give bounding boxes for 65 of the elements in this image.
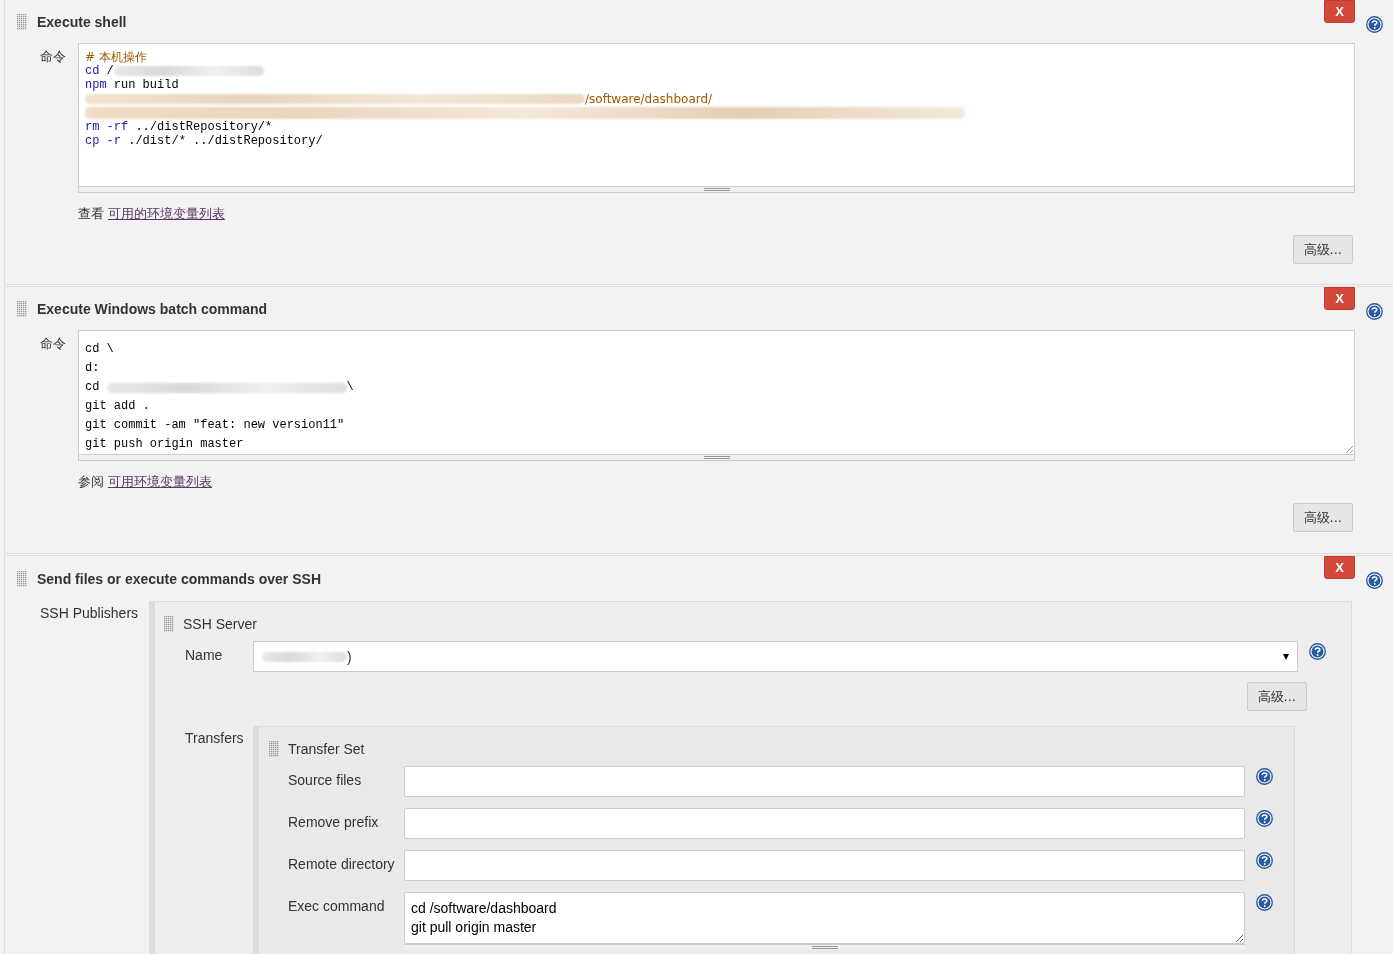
section-title: Execute shell xyxy=(37,14,127,30)
env-vars-link[interactable]: 可用环境变量列表 xyxy=(108,473,212,491)
help-icon[interactable] xyxy=(1256,810,1273,827)
panel-title: SSH Server xyxy=(183,616,257,632)
hint-text: 查看 xyxy=(78,205,104,223)
input-field[interactable] xyxy=(404,766,1245,797)
env-vars-link[interactable]: 可用的环境变量列表 xyxy=(108,205,225,223)
code-text: git commit -am ″feat: new version11″ xyxy=(85,417,345,434)
field-label: SSH Publishers xyxy=(40,604,140,623)
resize-handle-icon[interactable] xyxy=(703,456,730,459)
code-text: cp -r xyxy=(85,134,121,148)
input-field[interactable] xyxy=(404,808,1245,839)
advanced-button[interactable]: 高级... xyxy=(1292,503,1353,532)
hint-text: 参阅 xyxy=(78,473,104,491)
field-label: 命令 xyxy=(40,48,67,66)
caret-icon xyxy=(1283,653,1289,660)
advanced-button[interactable]: 高级... xyxy=(1246,682,1307,711)
code-text: # 本机操作 xyxy=(85,50,147,64)
code-text: ../distRepository/* xyxy=(134,120,273,134)
field-label: 命令 xyxy=(40,335,67,353)
drag-handle-icon[interactable] xyxy=(17,571,27,587)
help-icon[interactable] xyxy=(1256,894,1273,911)
code-text: npm xyxy=(85,78,107,92)
resize-handle-icon[interactable] xyxy=(811,946,838,949)
field-label: Name xyxy=(185,646,224,663)
help-icon[interactable] xyxy=(1365,16,1383,33)
drag-handle-icon[interactable] xyxy=(164,616,174,632)
server-select[interactable]: ) xyxy=(253,641,1298,672)
code-text: run build xyxy=(112,78,179,92)
code-text: rm -rf xyxy=(85,120,129,134)
section-title: Execute Windows batch command xyxy=(37,301,268,317)
field-label: Source files xyxy=(288,771,363,788)
input-field[interactable] xyxy=(404,850,1245,881)
code-editor[interactable]: # 本机操作 cd / npm run build /software/dashboard/ rm -rf ../distRepository/* cp -r ./dist/* ../distRepository/ xyxy=(78,43,1355,193)
field-label: Remote directory xyxy=(288,855,396,872)
drag-handle-icon[interactable] xyxy=(17,301,27,317)
advanced-button[interactable]: 高级... xyxy=(1292,235,1353,264)
code-text: \ xyxy=(346,379,354,396)
field-label: Transfers xyxy=(185,729,245,748)
drag-handle-icon[interactable] xyxy=(17,14,27,30)
code-text: cd xyxy=(85,379,101,396)
code-text: git push origin master xyxy=(85,436,244,453)
help-icon[interactable] xyxy=(1365,572,1383,589)
code-editor[interactable]: cd \ d: cd \ git add . git commit -am ″feat: new version11″ git push origin master xyxy=(78,330,1355,461)
code-text: d: xyxy=(85,360,100,377)
delete-button[interactable]: X xyxy=(1324,287,1355,310)
code-text: ./dist/* ../distRepository/ xyxy=(127,134,323,148)
code-text: cd xyxy=(85,64,100,78)
code-text: cd \ xyxy=(85,341,114,358)
section-title: Send files or execute commands over SSH xyxy=(37,571,321,587)
help-icon[interactable] xyxy=(1256,768,1273,785)
help-icon[interactable] xyxy=(1365,303,1383,320)
resize-handle-icon[interactable] xyxy=(703,188,730,191)
help-icon[interactable] xyxy=(1256,852,1273,869)
delete-button[interactable]: X xyxy=(1324,0,1355,23)
drag-handle-icon[interactable] xyxy=(269,741,279,757)
delete-button[interactable]: X xyxy=(1324,556,1355,579)
code-text: / xyxy=(105,64,114,78)
field-label: Remove prefix xyxy=(288,813,380,830)
code-text: /software/dashboard/ xyxy=(585,92,713,106)
command-field[interactable]: cd /software/dashboard git pull origin master xyxy=(404,892,1245,944)
help-icon[interactable] xyxy=(1309,643,1326,660)
code-text: git add . xyxy=(85,398,150,415)
field-label: Exec command xyxy=(288,897,386,914)
panel-title: Transfer Set xyxy=(288,741,365,757)
